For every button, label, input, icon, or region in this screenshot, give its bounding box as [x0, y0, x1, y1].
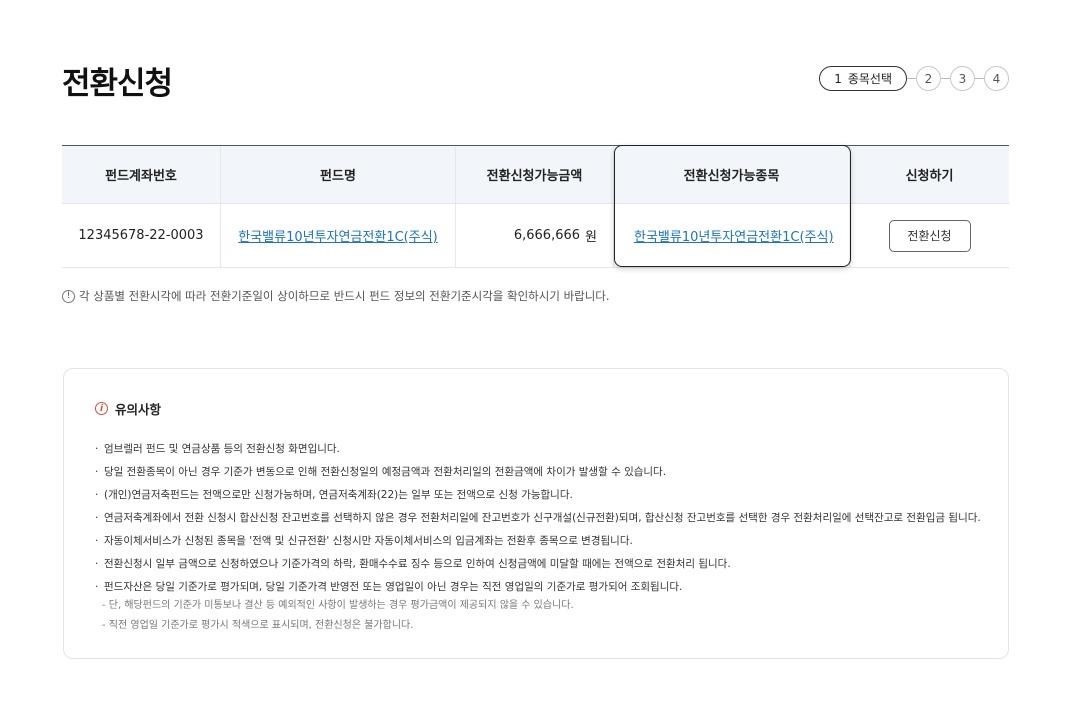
- amount-unit: 원: [585, 230, 597, 245]
- notice-item: · (개인)연금저축펀드는 전액으로만 신청가능하며, 연금저축계좌(22)는 일…: [95, 489, 573, 501]
- notice-title: 유의사항: [115, 402, 162, 417]
- fund-name-cell: 한국밸류10년투자연금전환1C(주식): [221, 204, 456, 267]
- step-connector: [975, 78, 984, 79]
- table-note: ! 각 상품별 전환시각에 따라 전환기준일이 상이하므로 반드시 펀드 정보의…: [62, 288, 610, 304]
- step-3: 3: [950, 66, 975, 91]
- table-row: 12345678-22-0003 한국밸류10년투자연금전환1C(주식) 6,6…: [62, 204, 1009, 268]
- info-icon: !: [62, 289, 75, 303]
- fund-name-link[interactable]: 한국밸류10년투자연금전환1C(주식): [238, 226, 438, 245]
- header-amount: 전환신청가능금액: [456, 146, 614, 203]
- notice-header: i 유의사항: [95, 399, 978, 418]
- warning-icon: i: [95, 402, 108, 415]
- step-2: 2: [916, 66, 941, 91]
- notice-item: · 당일 전환종목이 아닌 경우 기준가 변동으로 인해 전환신청일의 예정금액과…: [95, 466, 667, 478]
- account-number: 12345678-22-0003: [62, 204, 221, 267]
- amount-cell: 6,666,666 원: [456, 204, 614, 267]
- step-4: 4: [984, 66, 1009, 91]
- apply-conversion-button[interactable]: 전환신청: [888, 219, 971, 252]
- notice-list: · 엄브렐러 펀드 및 연금상품 등의 전환신청 화면입니다. · 당일 전환종목이…: [95, 441, 981, 602]
- step-1-number: 1: [834, 71, 842, 86]
- notice-item: · 자동이체서비스가 신청된 종목을 '전액 및 신규전환' 신청시만 자동이체서…: [95, 535, 633, 547]
- step-1-active: 1 종목선택: [819, 66, 907, 91]
- header-account: 펀드계좌번호: [62, 146, 221, 203]
- apply-cell: 전환신청: [850, 204, 1009, 267]
- notice-box: i 유의사항 · 엄브렐러 펀드 및 연금상품 등의 전환신청 화면입니다. · 당…: [63, 368, 1009, 659]
- step-connector: [941, 78, 950, 79]
- header-fund-name: 펀드명: [221, 146, 456, 203]
- table-header: 펀드계좌번호 펀드명 전환신청가능금액 전환신청가능종목 신청하기: [62, 146, 1009, 204]
- target-fund-link[interactable]: 한국밸류10년투자연금전환1C(주식): [634, 226, 834, 245]
- notice-item: · 연금저축계좌에서 전환 신청시 합산신청 잔고번호를 선택하지 않은 경우 전…: [95, 512, 981, 524]
- header-apply: 신청하기: [905, 169, 954, 184]
- step-connector: [907, 78, 916, 79]
- target-fund-cell: 한국밸류10년투자연금전환1C(주식): [614, 204, 850, 267]
- fund-table: 펀드계좌번호 펀드명 전환신청가능금액 전환신청가능종목 신청하기 123456…: [62, 145, 1009, 268]
- step-1-label: 종목선택: [847, 72, 892, 86]
- notice-sub-item: - 단, 해당펀드의 기준가 미통보나 결산 등 예외적인 사항이 발생하는 경…: [102, 600, 574, 611]
- page-title: 전환신청: [62, 66, 173, 102]
- table-note-text: 각 상품별 전환시각에 따라 전환기준일이 상이하므로 반드시 펀드 정보의 전…: [79, 289, 610, 303]
- amount-value: 6,666,666: [513, 228, 581, 243]
- notice-item: · 전환신청시 일부 금액으로 신청하였으나 기준가격의 하락, 환매수수료 징수…: [95, 558, 731, 570]
- notice-item: · 엄브렐러 펀드 및 연금상품 등의 전환신청 화면입니다.: [95, 443, 340, 455]
- notice-sub-list: - 단, 해당펀드의 기준가 미통보나 결산 등 예외적인 사항이 발생하는 경…: [95, 598, 978, 638]
- step-indicator: 1 종목선택 2 3 4: [819, 66, 1009, 91]
- notice-sub-item: - 직전 영업일 기준가로 평가시 적색으로 표시되며, 전환신청은 불가합니다…: [102, 620, 414, 631]
- header-target-fund: 전환신청가능종목: [614, 146, 850, 203]
